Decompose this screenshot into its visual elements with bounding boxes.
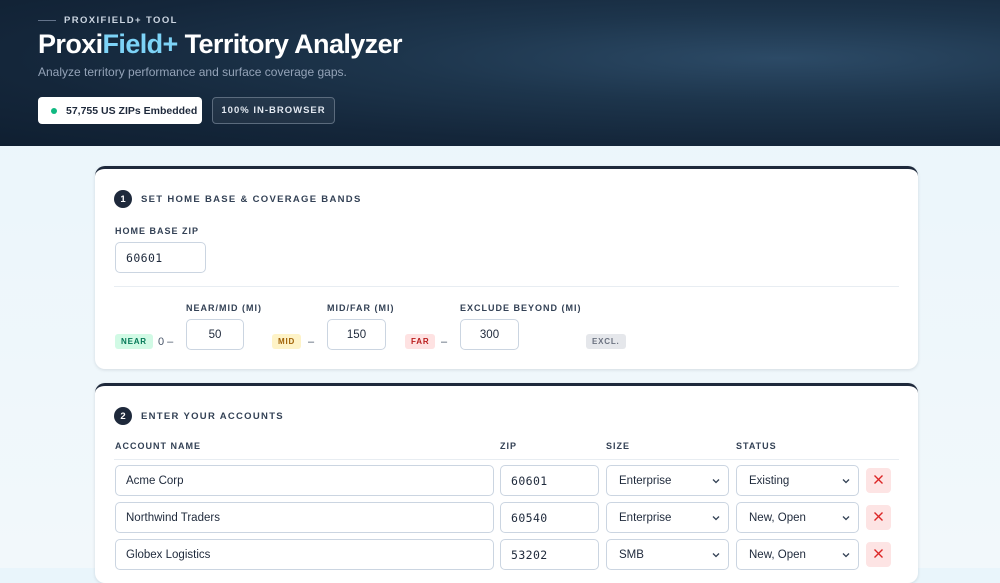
col-zip: ZIP bbox=[500, 441, 518, 451]
near-badge: NEAR bbox=[115, 334, 153, 349]
size-select[interactable]: Enterprise bbox=[606, 465, 729, 496]
header-divider bbox=[114, 459, 899, 460]
mid-badge: MID bbox=[272, 334, 302, 349]
size-value: Enterprise bbox=[619, 511, 672, 524]
exclude-beyond-input[interactable]: 300 bbox=[460, 319, 519, 350]
account-zip-input[interactable]: 60540 bbox=[500, 502, 599, 533]
mid-far-label: MID/FAR (MI) bbox=[327, 303, 395, 313]
section2-heading: 2 ENTER YOUR ACCOUNTS bbox=[114, 407, 284, 425]
col-account-name: ACCOUNT NAME bbox=[115, 441, 201, 451]
col-status: STATUS bbox=[736, 441, 777, 451]
size-value: Enterprise bbox=[619, 474, 672, 487]
accounts-card: 2 ENTER YOUR ACCOUNTS ACCOUNT NAME ZIP S… bbox=[95, 383, 918, 583]
mid-far-input[interactable]: 150 bbox=[327, 319, 386, 350]
close-icon bbox=[873, 472, 884, 490]
status-select[interactable]: New, Open bbox=[736, 539, 859, 570]
hero-header: PROXIFIELD+ TOOL ProxiField+ Territory A… bbox=[0, 0, 1000, 146]
mid-range-sep: – bbox=[308, 336, 315, 348]
chevron-down-icon bbox=[711, 550, 721, 560]
size-select[interactable]: Enterprise bbox=[606, 502, 729, 533]
near-mid-input[interactable]: 50 bbox=[186, 319, 244, 350]
chevron-down-icon bbox=[711, 513, 721, 523]
section2-title: ENTER YOUR ACCOUNTS bbox=[141, 410, 284, 422]
size-select[interactable]: SMB bbox=[606, 539, 729, 570]
home-zip-label: HOME BASE ZIP bbox=[115, 226, 200, 236]
account-name-input[interactable]: Northwind Traders bbox=[115, 502, 494, 533]
account-name-input[interactable]: Acme Corp bbox=[115, 465, 494, 496]
eyebrow-dash bbox=[38, 20, 56, 21]
in-browser-badge: 100% IN-BROWSER bbox=[212, 97, 335, 124]
size-value: SMB bbox=[619, 548, 644, 561]
status-dot-icon bbox=[51, 107, 57, 114]
far-range-sep: – bbox=[441, 336, 448, 348]
remove-row-button[interactable] bbox=[866, 542, 891, 567]
title-accent: Field+ bbox=[102, 29, 179, 59]
chevron-down-icon bbox=[841, 476, 851, 486]
coverage-settings-card: 1 SET HOME BASE & COVERAGE BANDS HOME BA… bbox=[95, 166, 918, 369]
divider bbox=[114, 286, 899, 287]
close-icon bbox=[873, 546, 884, 564]
eyebrow-text: PROXIFIELD+ TOOL bbox=[64, 15, 178, 26]
account-name-input[interactable]: Globex Logistics bbox=[115, 539, 494, 570]
col-size: SIZE bbox=[606, 441, 631, 451]
status-value: Existing bbox=[749, 474, 790, 487]
eyebrow: PROXIFIELD+ TOOL bbox=[38, 15, 178, 26]
account-zip-input[interactable]: 53202 bbox=[500, 539, 599, 570]
excl-badge: EXCL. bbox=[586, 334, 626, 349]
status-select[interactable]: New, Open bbox=[736, 502, 859, 533]
chevron-down-icon bbox=[711, 476, 721, 486]
page-title: ProxiField+ Territory Analyzer bbox=[38, 29, 403, 60]
chevron-down-icon bbox=[841, 513, 851, 523]
step-number: 2 bbox=[114, 407, 132, 425]
title-part2: Territory Analyzer bbox=[177, 29, 403, 59]
close-icon bbox=[873, 509, 884, 527]
zip-count-badge: 57,755 US ZIPs Embedded bbox=[38, 97, 202, 124]
page-subtitle: Analyze territory performance and surfac… bbox=[38, 65, 347, 79]
status-select[interactable]: Existing bbox=[736, 465, 859, 496]
far-badge: FAR bbox=[405, 334, 436, 349]
step-number: 1 bbox=[114, 190, 132, 208]
section1-heading: 1 SET HOME BASE & COVERAGE BANDS bbox=[114, 190, 362, 208]
section1-title: SET HOME BASE & COVERAGE BANDS bbox=[141, 193, 362, 205]
zip-count-text: 57,755 US ZIPs Embedded bbox=[66, 104, 198, 117]
near-mid-label: NEAR/MID (MI) bbox=[186, 303, 262, 313]
status-value: New, Open bbox=[749, 511, 806, 524]
chevron-down-icon bbox=[841, 550, 851, 560]
remove-row-button[interactable] bbox=[866, 505, 891, 530]
home-zip-input[interactable]: 60601 bbox=[115, 242, 206, 273]
near-range-start: 0 – bbox=[158, 336, 174, 348]
title-part1: Proxi bbox=[38, 29, 103, 59]
exclude-beyond-label: EXCLUDE BEYOND (MI) bbox=[460, 303, 582, 313]
status-value: New, Open bbox=[749, 548, 806, 561]
account-zip-input[interactable]: 60601 bbox=[500, 465, 599, 496]
remove-row-button[interactable] bbox=[866, 468, 891, 493]
